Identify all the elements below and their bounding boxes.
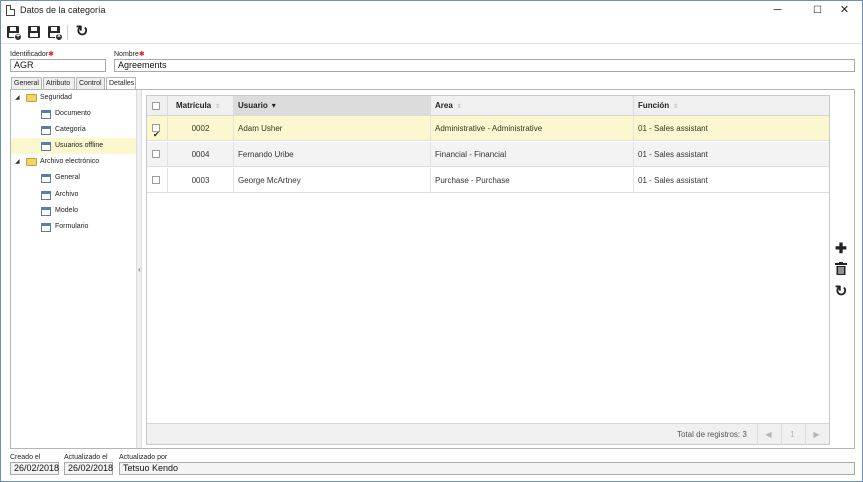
identifier-field[interactable]: AGR — [10, 59, 106, 72]
table-row[interactable]: 0004 Fernando Uribe Financial - Financia… — [147, 142, 829, 167]
tree-item-modelo[interactable]: Modelo — [11, 203, 136, 219]
tree-item-categoria[interactable]: Categoría — [11, 122, 136, 138]
cell-funcion: 01 - Sales assistant — [638, 124, 708, 133]
cell-funcion: 01 - Sales assistant — [638, 176, 708, 185]
cell-usuario: Fernando Uribe — [234, 142, 431, 167]
collapse-icon[interactable]: ◢ — [15, 90, 20, 106]
collapse-left-icon[interactable]: ‹ — [137, 265, 142, 274]
refresh-button[interactable]: ↻ — [74, 24, 90, 40]
document-icon — [6, 5, 15, 16]
grid-footer: Total de registros: 3 ◀ 1 ▶ — [147, 423, 829, 445]
next-page-button[interactable]: ▶ — [805, 424, 827, 445]
grid-header: Matrícula ⇕ Usuario ▾ Area ⇕ Función ⇕ — [147, 96, 829, 116]
details-tree: ◢ Seguridad Documento Categoría Usuarios… — [11, 90, 136, 448]
window: Datos de la categoría ─ ☐ ✕ + × ↻ Identi… — [0, 0, 863, 482]
updated-field: 26/02/2018 — [64, 462, 113, 475]
form-icon — [41, 207, 51, 216]
save-button[interactable] — [26, 24, 42, 40]
column-header-funcion[interactable]: Función ⇕ — [634, 96, 829, 116]
close-button[interactable]: ✕ — [828, 1, 861, 21]
updated-by-field: Tetsuo Kendo — [119, 462, 855, 475]
tab-control[interactable]: Control — [76, 77, 105, 89]
column-header-area[interactable]: Area ⇕ — [431, 96, 634, 116]
table-row[interactable]: 0003 George McArtney Purchase - Purchase… — [147, 168, 829, 193]
window-title: Datos de la categoría — [20, 5, 106, 15]
page-number[interactable]: 1 — [781, 424, 803, 445]
save-new-button[interactable]: + — [5, 24, 22, 41]
row-checkbox[interactable] — [152, 176, 160, 184]
title-bar: Datos de la categoría ─ ☐ ✕ — [1, 1, 862, 21]
created-field: 26/02/2018 — [10, 462, 59, 475]
tree-group-seguridad[interactable]: ◢ Seguridad — [11, 90, 136, 106]
table-row[interactable]: 0002 Adam Usher Administrative - Adminis… — [147, 116, 829, 147]
tree-item-documento[interactable]: Documento — [11, 106, 136, 122]
toolbar-separator — [67, 25, 68, 40]
column-header-matricula[interactable]: Matrícula ⇕ — [168, 96, 234, 116]
plus-icon: ✚ — [835, 240, 847, 256]
name-field[interactable]: Agreements — [114, 59, 855, 72]
save-icon — [28, 26, 40, 38]
total-records-label: Total de registros: 3 — [677, 430, 747, 439]
column-header-usuario[interactable]: Usuario ▾ — [234, 96, 431, 116]
cell-funcion: 01 - Sales assistant — [638, 150, 708, 159]
tree-group-archivo-electronico[interactable]: ◢ Archivo electrónico — [11, 154, 136, 170]
users-grid: Matrícula⇕ Usuario▾ Area⇕ Función⇕ 0002 … — [146, 95, 830, 445]
tree-item-formulario[interactable]: Formulario — [11, 219, 136, 235]
folder-icon — [26, 94, 37, 102]
sort-icon: ⇕ — [215, 104, 221, 110]
row-checkbox[interactable] — [152, 150, 160, 158]
form-icon — [41, 191, 51, 200]
sort-desc-icon: ▾ — [271, 101, 276, 110]
cell-area: Financial - Financial — [431, 142, 634, 167]
panel-splitter[interactable]: ‹ — [136, 90, 142, 448]
form-icon — [41, 110, 51, 119]
tab-general[interactable]: General — [11, 77, 42, 89]
toolbar: + × ↻ — [1, 21, 862, 44]
updated-label: Actualizado el — [64, 454, 108, 461]
grid-actions: ✚ ↻ — [831, 95, 851, 445]
tree-item-usuarios-offline[interactable]: Usuarios offline — [11, 138, 136, 154]
sort-icon: ⇕ — [673, 104, 679, 110]
form-icon — [41, 174, 51, 183]
cell-matricula: 0004 — [168, 142, 234, 167]
cell-usuario: Adam Usher — [234, 116, 431, 141]
form-icon — [41, 223, 51, 232]
refresh-icon: ↻ — [75, 23, 89, 40]
details-panel: ◢ Seguridad Documento Categoría Usuarios… — [10, 89, 855, 449]
folder-icon — [26, 158, 37, 166]
collapse-icon[interactable]: ◢ — [15, 154, 20, 170]
updated-by-label: Actualizado por — [119, 454, 168, 461]
prev-page-button[interactable]: ◀ — [757, 424, 779, 445]
cell-matricula: 0003 — [168, 168, 234, 193]
save-close-button[interactable]: × — [46, 24, 63, 41]
form-icon — [41, 142, 51, 151]
cell-area: Administrative - Administrative — [431, 116, 634, 141]
required-icon: ✱ — [138, 51, 145, 58]
created-label: Creado el — [10, 454, 41, 461]
trash-icon — [835, 262, 847, 275]
select-all-cell — [147, 96, 168, 116]
name-label: Nombre✱ — [114, 51, 145, 58]
required-icon: ✱ — [48, 51, 55, 58]
delete-button[interactable] — [834, 262, 848, 276]
cell-matricula: 0002 — [168, 116, 234, 141]
tree-item-general[interactable]: General — [11, 170, 136, 186]
tab-atributo[interactable]: Atributo — [43, 77, 75, 89]
form-icon — [41, 126, 51, 135]
select-all-checkbox[interactable] — [152, 102, 160, 110]
sort-icon: ⇕ — [456, 104, 462, 110]
cell-usuario: George McArtney — [234, 168, 431, 193]
cell-area: Purchase - Purchase — [431, 168, 634, 193]
identifier-label: Identificador✱ — [10, 51, 55, 58]
row-checkbox[interactable] — [152, 122, 160, 147]
minimize-button[interactable]: ─ — [761, 1, 794, 21]
refresh-icon: ↻ — [834, 283, 848, 300]
tree-item-archivo[interactable]: Archivo — [11, 187, 136, 203]
refresh-grid-button[interactable]: ↻ — [834, 282, 848, 300]
add-button[interactable]: ✚ — [834, 240, 848, 256]
